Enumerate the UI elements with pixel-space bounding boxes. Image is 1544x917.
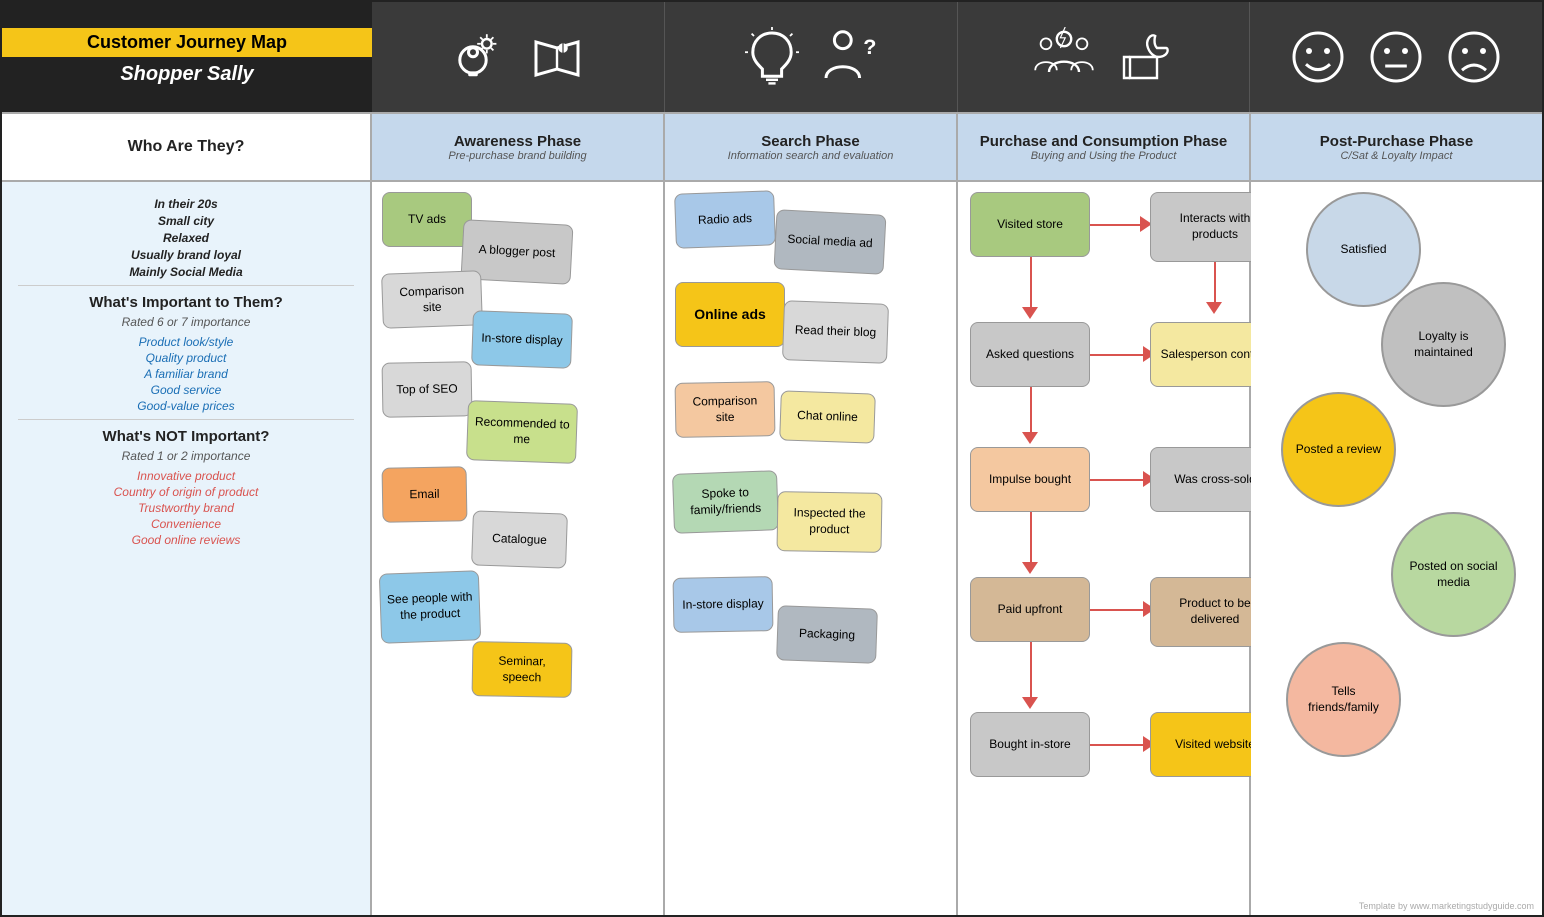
purchase-icon2	[1112, 27, 1172, 87]
imp-4: Good service	[18, 383, 354, 397]
post-icon3	[1444, 27, 1504, 87]
awareness-icons	[372, 2, 665, 112]
card-comparison2: Comparison site	[675, 381, 776, 438]
search-icon1	[742, 27, 802, 87]
card-seo: Top of SEO	[382, 361, 473, 418]
circle-social: Posted on social media	[1391, 512, 1516, 637]
profile-item-2: Small city	[18, 214, 354, 228]
card-packaging: Packaging	[776, 605, 878, 663]
post-purchase-icons	[1250, 2, 1542, 112]
awareness-header: Awareness Phase Pre-purchase brand build…	[372, 114, 665, 180]
nimp-1: Innovative product	[18, 469, 354, 483]
svg-text:?: ?	[863, 34, 876, 59]
card-online-ads: Online ads	[675, 282, 785, 347]
circle-review: Posted a review	[1281, 392, 1396, 507]
profile-item-1: In their 20s	[18, 197, 354, 211]
profile-column: In their 20s Small city Relaxed Usually …	[2, 182, 372, 915]
card-asked: Asked questions	[970, 322, 1090, 387]
post-icon1	[1288, 27, 1348, 87]
awareness-icon1	[449, 27, 509, 87]
nimp-5: Good online reviews	[18, 533, 354, 547]
not-important-sub: Rated 1 or 2 importance	[18, 449, 354, 463]
nimp-4: Convenience	[18, 517, 354, 531]
profile-item-3: Relaxed	[18, 231, 354, 245]
post-purchase-header: Post-Purchase Phase C/Sat & Loyalty Impa…	[1251, 114, 1542, 180]
card-blog: Read their blog	[782, 300, 889, 364]
search-icon2: ?	[820, 27, 880, 87]
purchase-header: Purchase and Consumption Phase Buying an…	[958, 114, 1251, 180]
card-radio: Radio ads	[674, 190, 776, 248]
profile-item-5: Mainly Social Media	[18, 265, 354, 279]
profile-item-4: Usually brand loyal	[18, 248, 354, 262]
card-instore1: In-store display	[471, 310, 573, 368]
imp-2: Quality product	[18, 351, 354, 365]
map-title: Customer Journey Map	[2, 28, 372, 57]
not-important-header: What's NOT Important?	[18, 428, 354, 445]
awareness-column: TV ads A blogger post Comparison site In…	[372, 182, 665, 915]
important-sub: Rated 6 or 7 importance	[18, 315, 354, 329]
watermark: Template by www.marketingstudyguide.com	[1359, 901, 1534, 911]
important-header: What's Important to Them?	[18, 294, 354, 311]
card-tv-ads: TV ads	[382, 192, 472, 247]
card-comparison1: Comparison site	[381, 270, 483, 328]
purchase-column: Visited store Interacts with products As…	[958, 182, 1251, 915]
nimp-2: Country of origin of product	[18, 485, 354, 499]
card-recommended: Recommended to me	[466, 400, 578, 464]
circle-loyalty: Loyalty is maintained	[1381, 282, 1506, 407]
card-see-people: See people with the product	[379, 570, 481, 643]
card-bought: Bought in-store	[970, 712, 1090, 777]
card-instore2: In-store display	[673, 576, 774, 633]
card-impulse: Impulse bought	[970, 447, 1090, 512]
card-catalogue: Catalogue	[471, 510, 568, 568]
title-block: Customer Journey Map Shopper Sally	[2, 2, 372, 112]
purchase-icons	[958, 2, 1251, 112]
imp-1: Product look/style	[18, 335, 354, 349]
card-visited-store: Visited store	[970, 192, 1090, 257]
card-chat: Chat online	[779, 390, 876, 443]
circle-friends: Tells friends/family	[1286, 642, 1401, 757]
imp-5: Good-value prices	[18, 399, 354, 413]
circle-satisfied: Satisfied	[1306, 192, 1421, 307]
purchase-icon1	[1034, 27, 1094, 87]
card-family: Spoke to family/friends	[672, 470, 779, 534]
post-purchase-column: Satisfied Loyalty is maintained Posted a…	[1251, 182, 1542, 915]
imp-3: A familiar brand	[18, 367, 354, 381]
search-column: Radio ads Social media ad Online ads Rea…	[665, 182, 958, 915]
card-paid: Paid upfront	[970, 577, 1090, 642]
card-email: Email	[382, 466, 468, 522]
nimp-3: Trustworthy brand	[18, 501, 354, 515]
search-header: Search Phase Information search and eval…	[665, 114, 958, 180]
search-icons: ?	[665, 2, 958, 112]
map-subtitle: Shopper Sally	[120, 63, 253, 86]
who-header: Who Are They?	[2, 114, 372, 180]
post-icon2	[1366, 27, 1426, 87]
card-inspected: Inspected the product	[776, 491, 882, 553]
awareness-icon2	[527, 27, 587, 87]
card-seminar: Seminar, speech	[472, 641, 573, 698]
card-social-ad: Social media ad	[774, 209, 887, 275]
